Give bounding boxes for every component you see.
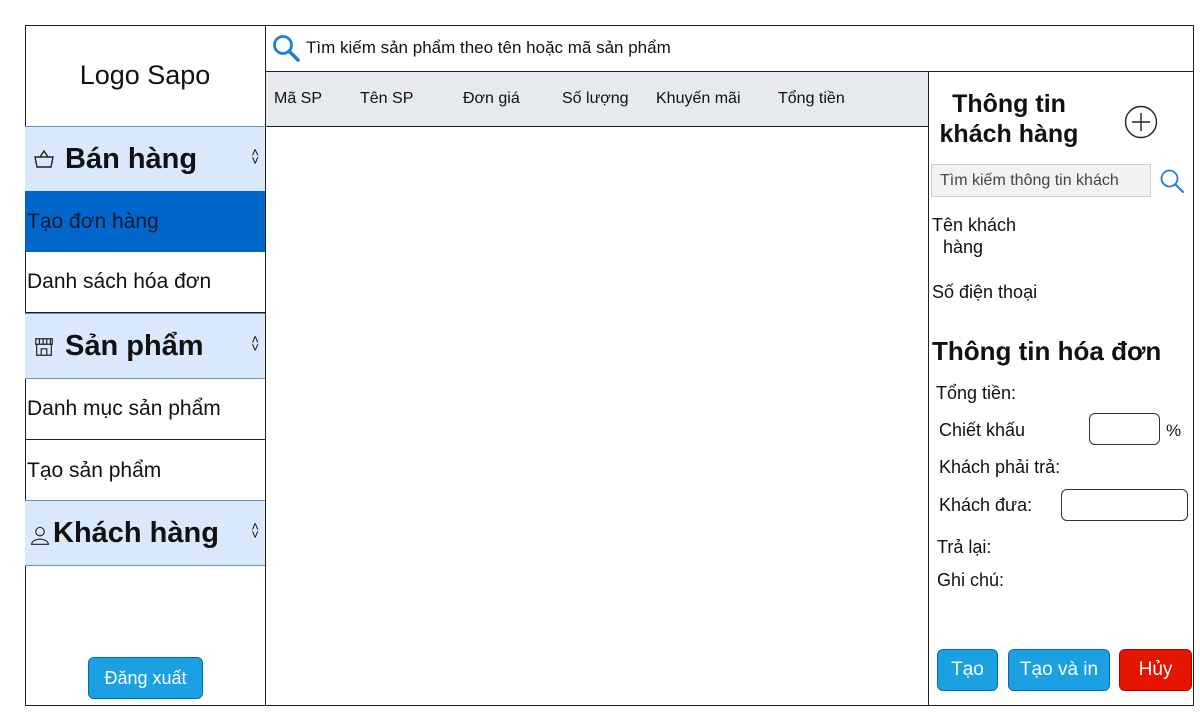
- payable-label: Khách phải trả:: [939, 457, 1061, 477]
- paid-label: Khách đưa:: [939, 495, 1033, 515]
- note-label: Ghi chú:: [937, 570, 1005, 590]
- product-search-bar[interactable]: Tìm kiếm sản phẩm theo tên hoặc mã sản p…: [266, 25, 1194, 72]
- column-header-total: Tổng tiền: [778, 90, 845, 107]
- chevron-updown-icon: ˄ ˅: [251, 145, 259, 168]
- sidebar-item-invoice-list[interactable]: Danh sách hóa đơn: [25, 252, 265, 313]
- total-label: Tổng tiền:: [936, 383, 1017, 403]
- cancel-button[interactable]: Hủy: [1119, 649, 1192, 691]
- sidebar-item-label: Tạo sản phẩm: [27, 458, 162, 482]
- sidebar-section-products[interactable]: Sản phẩm ˄ ˅: [25, 313, 265, 379]
- sidebar-item-label: Danh sách hóa đơn: [27, 270, 212, 293]
- phone-label: Số điện thoại: [932, 282, 1038, 302]
- sidebar-section-label: Khách hàng: [53, 516, 219, 549]
- change-label: Trả lại:: [937, 537, 992, 557]
- product-table-header: Mã SP Tên SP Đơn giá Số lượng Khuyến mãi…: [266, 72, 928, 127]
- sidebar: Logo Sapo Bán hàng ˄ ˅ Tạo đơn hàng Danh …: [25, 25, 266, 706]
- invoice-info-title: Thông tin hóa đơn: [932, 336, 1162, 366]
- shopping-basket-icon: [33, 148, 55, 170]
- chevron-updown-icon: ˄ ˅: [251, 519, 259, 542]
- column-header-unit-price: Đơn giá: [463, 90, 520, 107]
- create-button[interactable]: Tạo: [937, 649, 998, 691]
- customer-search-input[interactable]: Tìm kiếm thông tin khách: [931, 164, 1151, 197]
- create-and-print-button[interactable]: Tạo và in: [1008, 649, 1110, 691]
- column-header-product-name: Tên SP: [360, 90, 414, 107]
- discount-label: Chiết khấu: [939, 420, 1026, 440]
- discount-input[interactable]: [1089, 413, 1160, 445]
- paid-amount-input[interactable]: [1061, 489, 1188, 521]
- percent-unit: %: [1166, 421, 1182, 440]
- customer-name-label: Tên khách hàng: [932, 215, 1017, 257]
- search-icon[interactable]: [1159, 168, 1185, 194]
- sidebar-section-sales[interactable]: Bán hàng ˄ ˅: [25, 126, 265, 192]
- chevron-updown-icon: ˄ ˅: [251, 332, 259, 355]
- logout-button[interactable]: Đăng xuất: [88, 657, 203, 699]
- column-header-promotion: Khuyến mãi: [656, 90, 741, 107]
- user-icon: [29, 522, 51, 545]
- store-icon: [33, 335, 55, 357]
- column-header-quantity: Số lượng: [562, 90, 629, 107]
- search-icon: [273, 35, 300, 62]
- sidebar-item-create-product[interactable]: Tạo sản phẩm: [25, 440, 265, 501]
- sidebar-item-label: Danh mục sản phẩm: [27, 397, 221, 420]
- logo: Logo Sapo: [79, 60, 211, 90]
- customer-invoice-panel: Thông tin khách hàng Tìm kiếm thông tin …: [928, 72, 1194, 706]
- sidebar-section-label: Bán hàng: [65, 142, 198, 175]
- sidebar-item-product-catalog[interactable]: Danh mục sản phẩm: [25, 379, 265, 440]
- sidebar-item-create-order[interactable]: Tạo đơn hàng: [25, 191, 265, 252]
- customer-info-title: Thông tin khách hàng: [939, 90, 1079, 148]
- sidebar-section-customers[interactable]: Khách hàng ˄ ˅: [25, 500, 265, 566]
- search-input[interactable]: Tìm kiếm sản phẩm theo tên hoặc mã sản p…: [306, 38, 671, 58]
- column-header-product-code: Mã SP: [274, 90, 323, 107]
- product-table-body: [266, 127, 928, 706]
- sidebar-item-label: Tạo đơn hàng: [27, 209, 159, 233]
- add-customer-icon[interactable]: [1124, 105, 1158, 139]
- sidebar-section-label: Sản phẩm: [65, 329, 204, 362]
